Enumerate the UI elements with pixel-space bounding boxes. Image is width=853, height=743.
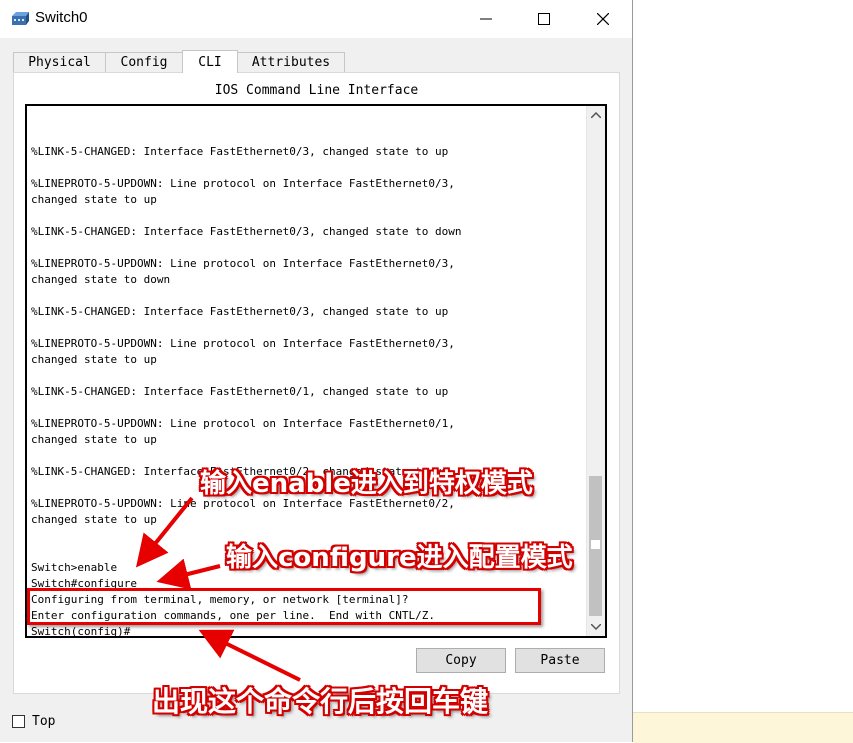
- terminal-line: changed state to up: [31, 353, 157, 366]
- terminal-line: %LINEPROTO-5-UPDOWN: Line protocol on In…: [31, 417, 455, 430]
- terminal-line: %LINK-5-CHANGED: Interface FastEthernet0…: [31, 305, 449, 318]
- terminal-line: %LINEPROTO-5-UPDOWN: Line protocol on In…: [31, 337, 455, 350]
- terminal-line: changed state to down: [31, 273, 171, 286]
- top-checkbox[interactable]: [12, 714, 25, 728]
- close-button[interactable]: [574, 0, 632, 38]
- switch-app-icon: [12, 12, 29, 25]
- scroll-marker: [591, 540, 600, 549]
- paste-button[interactable]: Paste: [515, 648, 605, 673]
- tab-physical[interactable]: Physical: [13, 52, 106, 72]
- tab-cli[interactable]: CLI: [182, 50, 238, 73]
- chevron-down-icon: [591, 624, 601, 630]
- copy-button[interactable]: Copy: [416, 648, 506, 673]
- maximize-button[interactable]: [515, 0, 573, 38]
- cli-panel-title: IOS Command Line Interface: [214, 83, 419, 98]
- terminal-line: %LINK-5-CHANGED: Interface FastEthernet0…: [31, 225, 462, 238]
- maximize-icon: [538, 13, 550, 25]
- output-highlight-box: [27, 588, 541, 625]
- close-icon: [597, 13, 609, 25]
- taskbar-strip: [633, 712, 853, 743]
- terminal-line: %LINK-5-CHANGED: Interface FastEthernet0…: [31, 145, 449, 158]
- enter-annotation: 出现这个命令行后按回车键: [152, 685, 489, 718]
- terminal-line: changed state to up: [31, 513, 157, 526]
- minimize-icon: [480, 18, 492, 20]
- desktop-background: [633, 0, 853, 742]
- scroll-down-button[interactable]: [587, 618, 605, 636]
- terminal-scrollbar[interactable]: [586, 106, 605, 636]
- terminal-line: %LINEPROTO-5-UPDOWN: Line protocol on In…: [31, 257, 455, 270]
- terminal-line: changed state to up: [31, 433, 157, 446]
- window-title: Switch0: [35, 9, 88, 26]
- switch-window: Switch0 Physical Config CLI Attributes I…: [0, 0, 633, 742]
- top-checkbox-label: Top: [32, 713, 56, 729]
- terminal-line: %LINK-5-CHANGED: Interface FastEthernet0…: [31, 385, 449, 398]
- tab-attributes[interactable]: Attributes: [237, 52, 345, 72]
- terminal-line: %LINEPROTO-5-UPDOWN: Line protocol on In…: [31, 177, 455, 190]
- terminal-line: Switch(config)#: [31, 625, 131, 638]
- tab-config[interactable]: Config: [105, 52, 183, 72]
- title-bar[interactable]: Switch0: [0, 0, 632, 38]
- terminal-line: changed state to up: [31, 193, 157, 206]
- scroll-up-button[interactable]: [587, 106, 605, 124]
- minimize-button[interactable]: [457, 0, 515, 38]
- configure-annotation: 输入configure进入配置模式: [226, 543, 573, 573]
- top-option: Top: [12, 712, 55, 730]
- enable-annotation: 输入enable进入到特权模式: [200, 469, 533, 499]
- chevron-up-icon: [591, 112, 601, 118]
